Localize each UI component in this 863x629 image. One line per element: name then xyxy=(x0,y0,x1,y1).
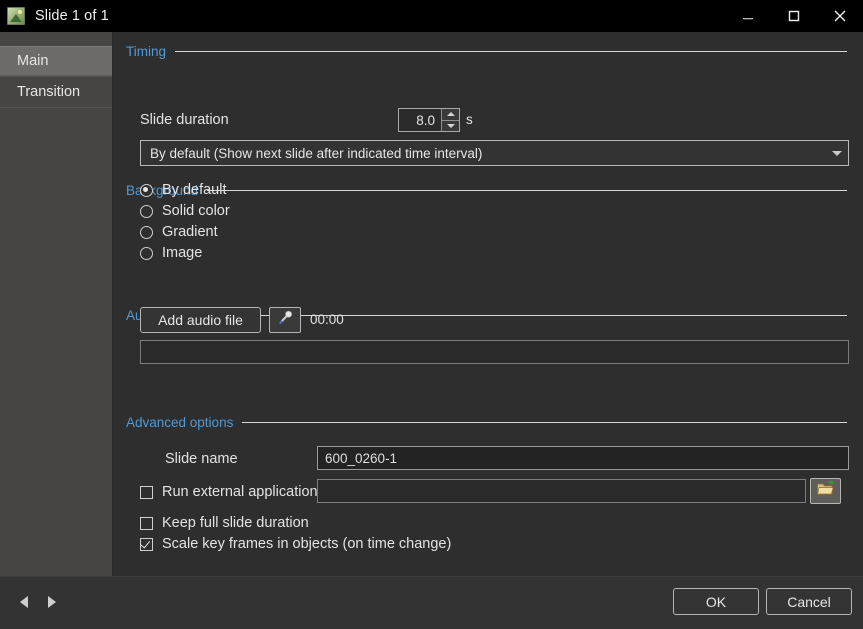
sidebar-item-label: Main xyxy=(17,53,49,69)
titlebar: Slide 1 of 1 xyxy=(0,0,863,32)
background-option-solid-color[interactable]: Solid color xyxy=(140,203,230,219)
sidebar-item-label: Transition xyxy=(17,84,81,100)
slide-name-value: 600_0260-1 xyxy=(325,450,398,466)
ok-button-label: OK xyxy=(705,593,727,610)
slide-duration-label: Slide duration xyxy=(140,112,229,128)
background-option-gradient[interactable]: Gradient xyxy=(140,224,218,240)
section-rule xyxy=(207,190,847,191)
sidebar: Main Transition xyxy=(0,32,113,576)
section-rule xyxy=(175,51,847,52)
slide-advance-mode-dropdown[interactable]: By default (Show next slide after indica… xyxy=(140,140,849,166)
stepper-up-button[interactable] xyxy=(442,109,459,121)
slide-duration-value[interactable]: 8.0 xyxy=(399,109,441,131)
radio-icon[interactable] xyxy=(140,246,153,260)
slide-properties-dialog: Slide 1 of 1 Main Transition Timing Slid… xyxy=(0,0,863,629)
record-audio-button[interactable] xyxy=(269,307,301,333)
maximize-icon[interactable] xyxy=(771,0,817,32)
chevron-down-icon[interactable] xyxy=(826,150,848,156)
add-audio-file-label: Add audio file xyxy=(158,312,243,328)
slide-advance-mode-value: By default (Show next slide after indica… xyxy=(150,145,483,161)
radio-icon[interactable] xyxy=(140,183,153,197)
checkbox-icon[interactable] xyxy=(140,516,153,530)
sidebar-item-transition[interactable]: Transition xyxy=(0,77,112,107)
window-title: Slide 1 of 1 xyxy=(35,8,109,24)
triangle-left-icon[interactable] xyxy=(16,594,32,610)
image-slide-icon xyxy=(7,7,25,25)
slide-name-input[interactable]: 600_0260-1 xyxy=(317,446,849,470)
sidebar-item-main[interactable]: Main xyxy=(0,46,112,76)
scale-key-frames-checkbox-row[interactable]: Scale key frames in objects (on time cha… xyxy=(140,536,451,552)
keep-full-slide-duration-label: Keep full slide duration xyxy=(162,515,309,531)
audio-waveform-field[interactable] xyxy=(140,340,849,364)
run-external-application-checkbox-row[interactable]: Run external application xyxy=(140,484,318,500)
radio-icon[interactable] xyxy=(140,225,153,239)
cancel-button-label: Cancel xyxy=(787,593,831,610)
cancel-button[interactable]: Cancel xyxy=(766,588,852,615)
ok-button[interactable]: OK xyxy=(673,588,759,615)
browse-external-application-button[interactable] xyxy=(810,478,841,504)
microphone-icon xyxy=(277,309,294,331)
main-content: Timing Slide duration 8.0 s By default (… xyxy=(114,32,863,576)
stepper-down-button[interactable] xyxy=(442,120,459,131)
section-title-advanced-options: Advanced options xyxy=(126,415,234,430)
section-advanced-options: Advanced options xyxy=(114,415,863,430)
checkbox-icon[interactable] xyxy=(140,485,153,499)
slide-duration-stepper[interactable]: 8.0 xyxy=(398,108,460,132)
stepper-arrows xyxy=(441,109,459,131)
background-option-label: By default xyxy=(162,182,227,198)
minimize-icon[interactable] xyxy=(725,0,771,32)
background-option-label: Gradient xyxy=(162,224,218,240)
scale-key-frames-label: Scale key frames in objects (on time cha… xyxy=(162,536,452,552)
background-option-label: Solid color xyxy=(162,203,230,219)
add-audio-file-button[interactable]: Add audio file xyxy=(140,307,261,333)
folder-open-icon xyxy=(816,480,835,502)
slide-duration-unit: s xyxy=(466,112,473,127)
section-title-timing: Timing xyxy=(126,44,167,59)
keep-full-slide-duration-checkbox-row[interactable]: Keep full slide duration xyxy=(140,515,309,531)
radio-icon[interactable] xyxy=(140,204,153,218)
external-application-path-input[interactable] xyxy=(317,479,806,503)
section-timing: Timing xyxy=(114,44,863,59)
slide-name-label: Slide name xyxy=(165,451,238,467)
run-external-application-label: Run external application xyxy=(162,484,318,500)
sidebar-divider xyxy=(0,107,112,108)
checkbox-icon[interactable] xyxy=(140,537,153,551)
window-controls xyxy=(725,0,863,32)
background-option-image[interactable]: Image xyxy=(140,245,202,261)
audio-duration: 00:00 xyxy=(310,312,344,327)
background-option-label: Image xyxy=(162,245,203,261)
triangle-right-icon[interactable] xyxy=(44,594,60,610)
section-rule xyxy=(242,422,847,423)
background-option-by-default[interactable]: By default xyxy=(140,182,227,198)
close-icon[interactable] xyxy=(817,0,863,32)
